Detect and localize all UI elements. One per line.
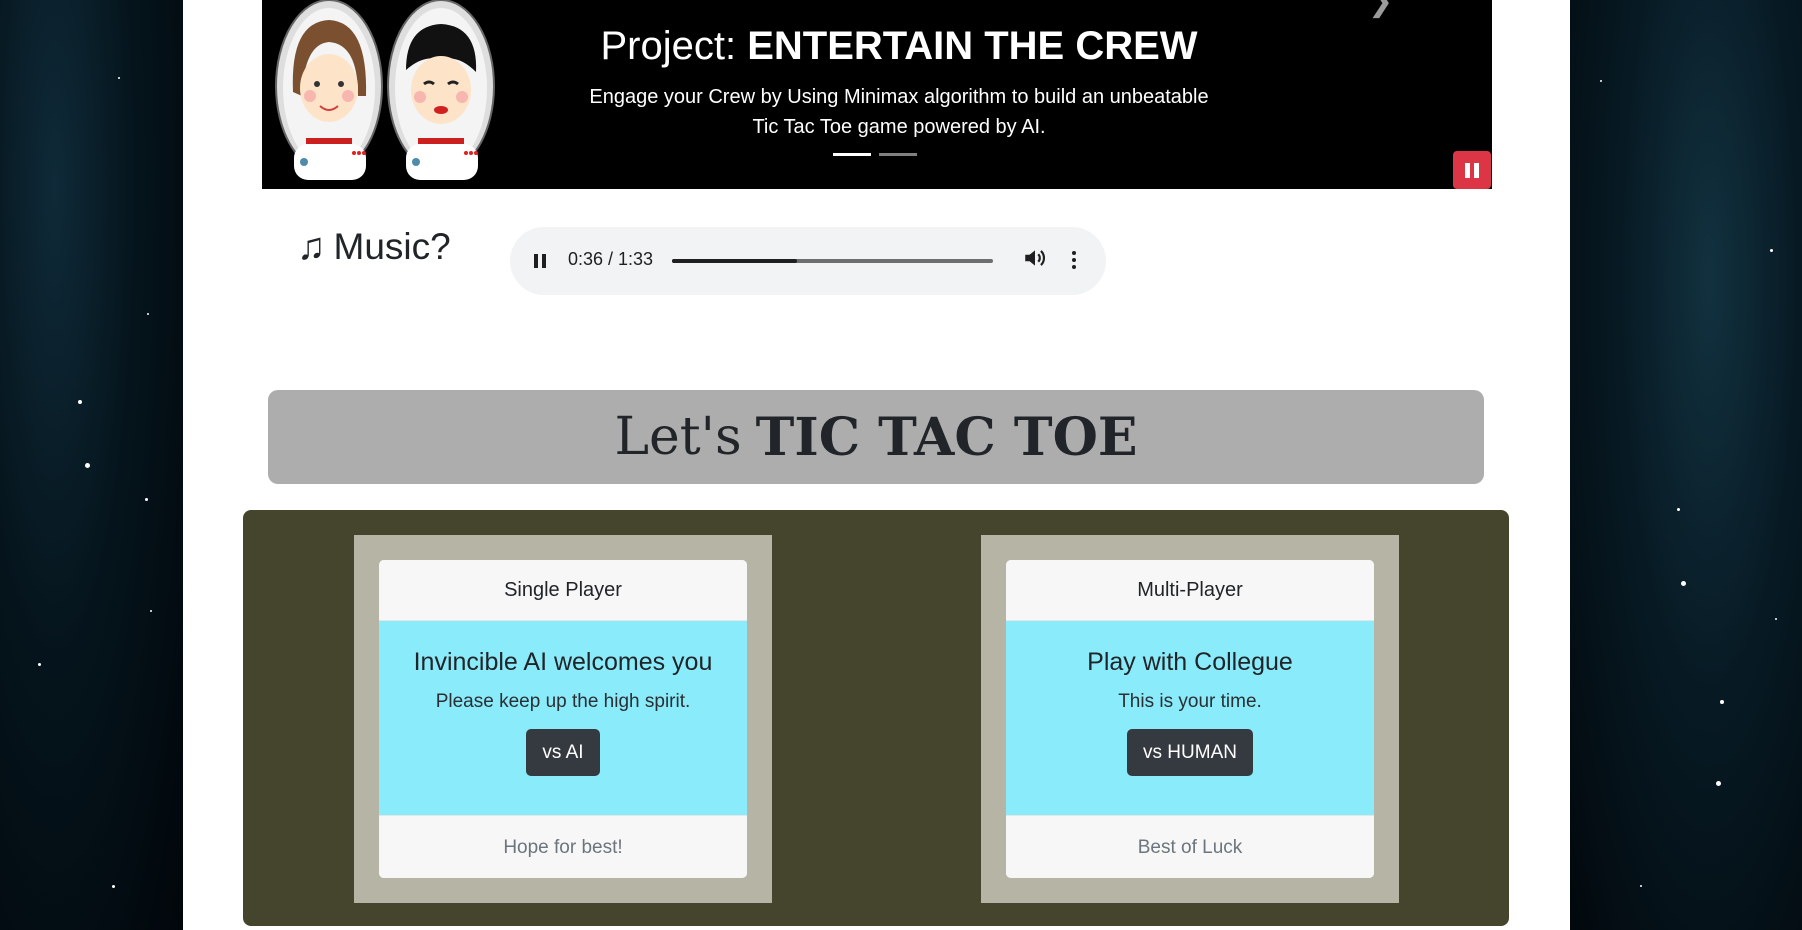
audio-progress-fill xyxy=(672,259,798,263)
caption-title-prefix: Project: xyxy=(600,24,737,68)
carousel-indicators xyxy=(833,153,917,156)
card-footer: Best of Luck xyxy=(1006,815,1374,878)
star xyxy=(1775,618,1777,620)
card-header: Multi-Player xyxy=(1006,560,1374,621)
chevron-right-icon[interactable]: ❯ xyxy=(1368,0,1393,17)
card-text: This is your time. xyxy=(1118,691,1262,712)
card-frame-single: Single Player Invincible AI welcomes you… xyxy=(354,535,772,903)
pause-icon xyxy=(1465,162,1470,178)
star xyxy=(150,610,152,612)
multi-player-card: Multi-Player Play with Collegue This is … xyxy=(1006,560,1374,878)
star xyxy=(38,663,41,666)
star xyxy=(1770,249,1773,252)
star xyxy=(147,313,149,315)
card-footer: Hope for best! xyxy=(379,815,747,878)
astronaut-female-image xyxy=(275,0,383,180)
card-header: Single Player xyxy=(379,560,747,621)
star xyxy=(145,498,148,501)
card-text: Please keep up the high spirit. xyxy=(435,691,691,712)
carousel-caption-title: Project: ENTERTAIN THE CREW xyxy=(524,24,1274,69)
page-container: Project: ENTERTAIN THE CREW Engage your … xyxy=(183,0,1570,930)
single-player-card: Single Player Invincible AI welcomes you… xyxy=(379,560,747,878)
card-frame-multi: Multi-Player Play with Collegue This is … xyxy=(981,535,1399,903)
star xyxy=(78,400,82,404)
carousel[interactable]: Project: ENTERTAIN THE CREW Engage your … xyxy=(262,0,1492,189)
banner-prefix: Let's xyxy=(614,407,742,467)
star xyxy=(112,885,115,888)
vs-human-button[interactable]: vs HUMAN xyxy=(1127,729,1253,776)
star xyxy=(1720,700,1724,704)
carousel-caption-text: Engage your Crew by Using Minimax algori… xyxy=(544,82,1254,142)
carousel-pause-button[interactable] xyxy=(1453,151,1491,189)
volume-icon[interactable] xyxy=(1022,245,1048,271)
music-label-text: Music? xyxy=(333,226,451,267)
banner-title: TIC TAC TOE xyxy=(755,406,1138,468)
star xyxy=(1677,508,1680,511)
page-title-banner: Let's TIC TAC TOE xyxy=(268,390,1484,484)
card-body: Invincible AI welcomes you Please keep u… xyxy=(379,621,747,815)
card-title: Play with Collegue xyxy=(1087,648,1293,676)
caption-line-2: Tic Tac Toe game powered by AI. xyxy=(752,116,1046,138)
music-label: ♫ Music? xyxy=(297,226,451,268)
space-background-left xyxy=(0,0,183,930)
card-body: Play with Collegue This is your time. vs… xyxy=(1006,621,1374,815)
vs-ai-button[interactable]: vs AI xyxy=(526,729,600,776)
star xyxy=(85,463,90,468)
caption-line-1: Engage your Crew by Using Minimax algori… xyxy=(589,86,1209,108)
card-title: Invincible AI welcomes you xyxy=(413,648,713,676)
audio-player[interactable]: 0:36 / 1:33 xyxy=(510,227,1106,295)
more-vertical-icon[interactable] xyxy=(1072,251,1076,269)
caption-title-bold: ENTERTAIN THE CREW xyxy=(747,24,1198,68)
space-background-right xyxy=(1570,0,1802,930)
star xyxy=(1716,781,1721,786)
pause-icon[interactable] xyxy=(534,254,546,268)
pause-icon xyxy=(1474,162,1479,178)
carousel-indicator-2[interactable] xyxy=(879,153,917,156)
star xyxy=(118,77,120,79)
astronaut-male-image xyxy=(387,0,495,180)
audio-time-display: 0:36 / 1:33 xyxy=(568,249,654,269)
star xyxy=(1681,581,1686,586)
music-note-icon: ♫ xyxy=(297,226,326,268)
audio-progress-slider[interactable] xyxy=(672,259,993,263)
star xyxy=(1600,80,1602,82)
game-mode-section: Single Player Invincible AI welcomes you… xyxy=(243,510,1509,926)
carousel-indicator-1[interactable] xyxy=(833,153,871,156)
star xyxy=(1640,885,1642,887)
